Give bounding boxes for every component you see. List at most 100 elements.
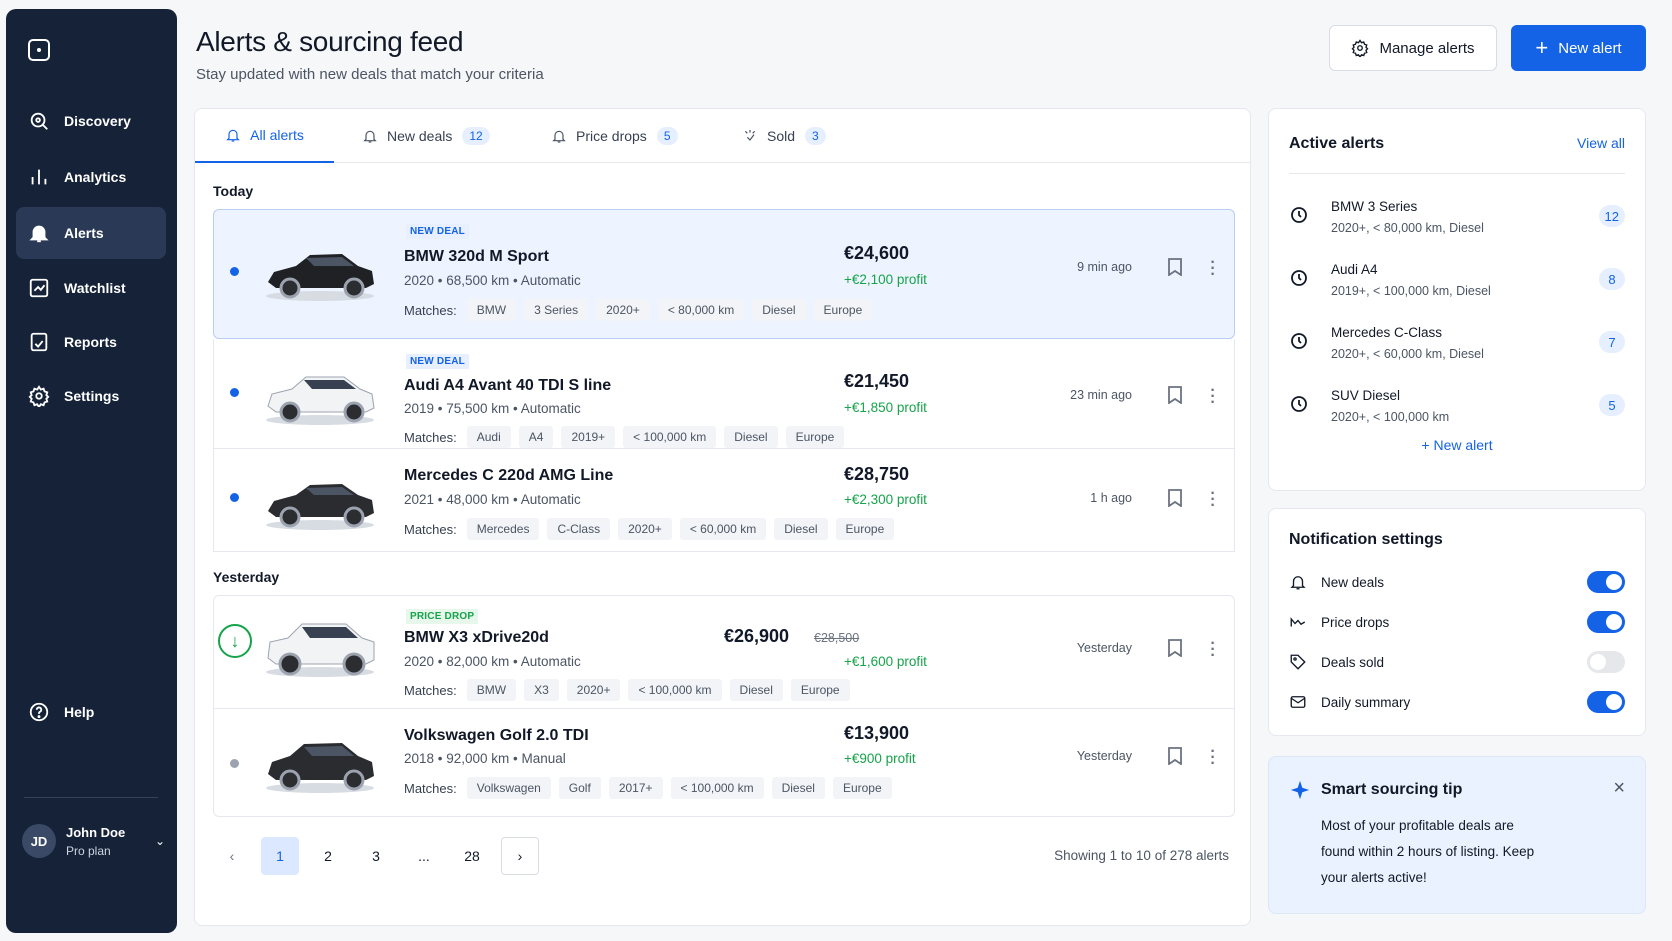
chevron-left-icon[interactable]: ‹ <box>213 837 251 875</box>
tab-sold[interactable]: Sold 3 <box>742 109 826 163</box>
toggle-daily-summary[interactable] <box>1587 691 1625 713</box>
page-button[interactable]: 28 <box>453 837 491 875</box>
tab-badge: 5 <box>656 127 678 145</box>
page-button[interactable]: 2 <box>309 837 347 875</box>
matches-list: Matches: Audi A4 2019+ < 100,000 km Dies… <box>404 426 852 448</box>
match-chip: X3 <box>524 679 559 701</box>
match-chip: < 100,000 km <box>623 426 717 448</box>
sidebar-item-watchlist[interactable]: Watchlist <box>16 262 166 314</box>
car-meta: 2019 • 75,500 km • Automatic <box>404 401 581 416</box>
alert-card[interactable]: NEW DEAL BMW 320d M Sport 2020 • 68,500 … <box>213 209 1235 339</box>
car-title[interactable]: BMW 320d M Sport <box>404 248 549 266</box>
page-button[interactable]: 3 <box>357 837 395 875</box>
close-icon[interactable]: × <box>1613 777 1625 800</box>
bookmark-icon[interactable] <box>1167 258 1183 277</box>
alert-card[interactable]: Volkswagen Golf 2.0 TDI 2018 • 92,000 km… <box>213 709 1235 817</box>
sidebar-item-analytics[interactable]: Analytics <box>16 151 166 203</box>
bookmark-icon[interactable] <box>1167 386 1183 405</box>
match-chip: Golf <box>558 777 601 799</box>
page-button[interactable]: 1 <box>261 837 299 875</box>
active-alert-item[interactable]: Mercedes C-Class 2020+, < 60,000 km, Die… <box>1289 321 1625 367</box>
sidebar-item-settings[interactable]: Settings <box>16 370 166 422</box>
page-ellipsis: ... <box>418 848 430 864</box>
timestamp: 23 min ago <box>1070 388 1132 402</box>
sidebar-item-reports[interactable]: Reports <box>16 316 166 368</box>
manage-alerts-button[interactable]: Manage alerts <box>1329 25 1497 71</box>
app-logo[interactable] <box>28 39 50 61</box>
profit: +€2,300 profit <box>844 492 927 507</box>
sidebar-item-help[interactable]: Help <box>16 686 166 738</box>
match-chip: < 80,000 km <box>657 299 745 321</box>
sidebar-item-label: Settings <box>64 388 120 404</box>
more-options-icon[interactable]: · · · <box>1205 255 1221 283</box>
toggle-deals-sold[interactable] <box>1587 651 1625 673</box>
matches-label: Matches: <box>404 780 457 796</box>
notif-new-deals: New deals <box>1289 567 1625 597</box>
trend-icon <box>1290 617 1306 627</box>
car-image <box>266 376 375 425</box>
gear-icon <box>1352 39 1369 57</box>
page-subtitle: Stay updated with new deals that match y… <box>196 66 544 83</box>
sparkle-icon <box>744 130 756 141</box>
alert-card[interactable]: Mercedes C 220d AMG Line 2021 • 48,000 k… <box>213 449 1235 552</box>
tip-text: Most of your profitable deals are found … <box>1321 818 1535 885</box>
active-alert-item[interactable]: Audi A4 2019+, < 100,000 km, Diesel 8 <box>1289 258 1625 304</box>
notification-settings-panel: Notification settings New deals Price dr… <box>1268 508 1646 736</box>
notif-deals-sold: Deals sold <box>1289 647 1625 677</box>
profit: +€2,100 profit <box>844 272 927 287</box>
tab-all-alerts[interactable]: All alerts <box>195 109 334 163</box>
tab-badge: 3 <box>805 127 826 145</box>
car-title[interactable]: Audi A4 Avant 40 TDI S line <box>404 377 611 395</box>
active-alert-item[interactable]: SUV Diesel 2020+, < 100,000 km 5 <box>1289 384 1625 430</box>
tab-badge: 12 <box>462 127 490 145</box>
more-options-icon[interactable]: · · · <box>1205 636 1221 664</box>
match-chip: 2019+ <box>561 426 616 448</box>
sidebar-item-discovery[interactable]: Discovery <box>16 95 166 147</box>
match-chip: Europe <box>832 777 892 799</box>
more-options-icon[interactable]: · · · <box>1205 383 1221 411</box>
car-title[interactable]: BMW X3 xDrive20d <box>404 629 549 647</box>
match-chip: Diesel <box>724 426 778 448</box>
active-alert-item[interactable]: BMW 3 Series 2020+, < 80,000 km, Diesel … <box>1289 195 1625 241</box>
car-image <box>266 254 374 301</box>
match-chip: 3 Series <box>524 299 589 321</box>
page-title: Alerts & sourcing feed <box>196 26 464 57</box>
new-alert-link[interactable]: + New alert <box>1269 437 1645 453</box>
sidebar-item-alerts[interactable]: Alerts <box>16 207 166 259</box>
bar-chart-icon <box>28 166 50 188</box>
alert-card[interactable]: NEW DEAL Audi A4 Avant 40 TDI S line 201… <box>213 339 1235 449</box>
alert-criteria: 2020+, < 80,000 km, Diesel <box>1331 221 1484 235</box>
chevron-right-icon[interactable]: › <box>501 837 539 875</box>
toggle-price-drops[interactable] <box>1587 611 1625 633</box>
more-options-icon[interactable]: · · · <box>1205 744 1221 772</box>
view-all-link[interactable]: View all <box>1577 135 1625 151</box>
profit: +€900 profit <box>844 751 916 766</box>
match-chip: Diesel <box>774 518 828 540</box>
price-drop-icon: ↓ <box>218 624 252 658</box>
timestamp: 9 min ago <box>1077 260 1132 274</box>
car-image <box>266 743 374 793</box>
alert-card[interactable]: ↓ PRICE DROP BMW X3 xDrive20d 2020 • 82,… <box>213 595 1235 709</box>
car-title[interactable]: Volkswagen Golf 2.0 TDI <box>404 727 589 745</box>
toggle-new-deals[interactable] <box>1587 571 1625 593</box>
deal-tag: NEW DEAL <box>406 224 469 239</box>
bookmark-icon[interactable] <box>1167 639 1183 658</box>
new-alert-button[interactable]: + New alert <box>1511 25 1646 71</box>
matches-label: Matches: <box>404 302 457 318</box>
tag-icon <box>1290 654 1306 670</box>
match-chip: Europe <box>813 299 873 321</box>
alerts-feed: All alerts New deals 12 Price drops 5 So… <box>194 108 1251 926</box>
match-chip: Audi <box>466 426 511 448</box>
chevron-down-icon[interactable]: ⌄ <box>155 834 165 848</box>
pagination: ‹ 1 2 3 ... 28 › <box>213 837 549 875</box>
user-menu[interactable]: JD John Doe Pro plan ⌄ <box>22 815 167 867</box>
car-image <box>266 484 374 530</box>
alert-name: Audi A4 <box>1331 262 1378 277</box>
alert-name: Mercedes C-Class <box>1331 325 1443 340</box>
tab-price-drops[interactable]: Price drops 5 <box>551 109 678 163</box>
car-title[interactable]: Mercedes C 220d AMG Line <box>404 467 613 485</box>
more-options-icon[interactable]: · · · <box>1205 486 1221 514</box>
bookmark-icon[interactable] <box>1167 489 1183 508</box>
bookmark-icon[interactable] <box>1167 747 1183 766</box>
tab-new-deals[interactable]: New deals 12 <box>362 109 490 163</box>
